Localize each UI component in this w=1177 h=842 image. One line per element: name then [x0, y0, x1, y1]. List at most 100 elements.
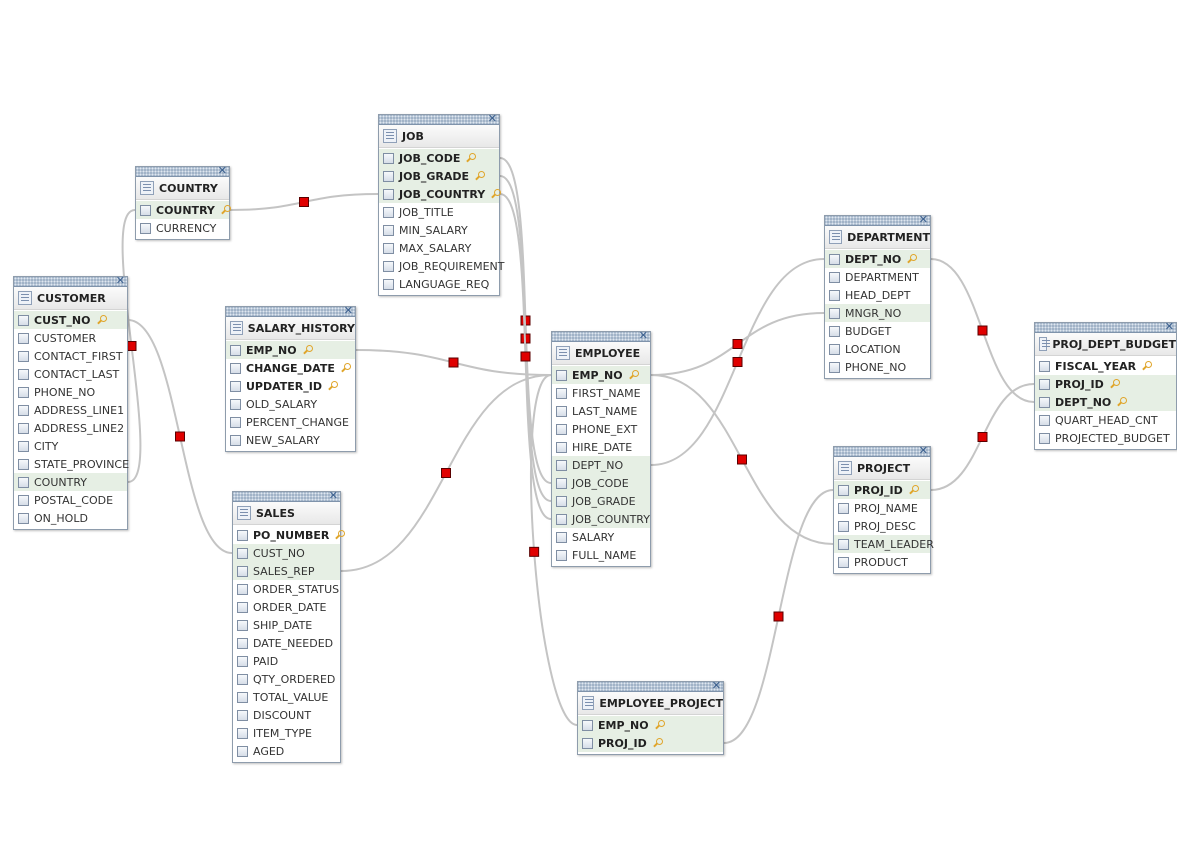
column-checkbox[interactable]	[829, 307, 840, 319]
column-row-emp-no[interactable]: EMP_NO	[226, 341, 355, 359]
column-row-proj-desc[interactable]: PROJ_DESC	[834, 517, 930, 535]
column-row-max-salary[interactable]: MAX_SALARY	[379, 239, 499, 257]
column-checkbox[interactable]	[829, 343, 840, 355]
column-checkbox[interactable]	[237, 691, 248, 703]
column-row-customer[interactable]: CUSTOMER	[14, 329, 127, 347]
column-row-contact-first[interactable]: CONTACT_FIRST	[14, 347, 127, 365]
column-checkbox[interactable]	[18, 440, 29, 452]
column-row-projected-budget[interactable]: PROJECTED_BUDGET	[1035, 429, 1176, 447]
column-checkbox[interactable]	[383, 260, 394, 272]
column-checkbox[interactable]	[237, 547, 248, 559]
column-row-old-salary[interactable]: OLD_SALARY	[226, 395, 355, 413]
table-header[interactable]: COUNTRY	[136, 177, 229, 200]
relationship-marker[interactable]	[298, 197, 309, 207]
column-row-qty-ordered[interactable]: QTY_ORDERED	[233, 670, 340, 688]
column-checkbox[interactable]	[1039, 396, 1050, 408]
column-checkbox[interactable]	[838, 520, 849, 532]
column-row-head-dept[interactable]: HEAD_DEPT	[825, 286, 930, 304]
column-checkbox[interactable]	[237, 673, 248, 685]
column-checkbox[interactable]	[829, 361, 840, 373]
table-employee-project[interactable]: ✕ EMPLOYEE_PROJECT EMP_NO PROJ_ID	[577, 679, 724, 755]
column-checkbox[interactable]	[1039, 378, 1050, 390]
close-icon[interactable]: ✕	[712, 679, 721, 692]
close-icon[interactable]: ✕	[488, 112, 497, 125]
column-row-salary[interactable]: SALARY	[552, 528, 650, 546]
column-checkbox[interactable]	[556, 387, 567, 399]
column-row-new-salary[interactable]: NEW_SALARY	[226, 431, 355, 449]
column-row-contact-last[interactable]: CONTACT_LAST	[14, 365, 127, 383]
column-checkbox[interactable]	[556, 369, 567, 381]
table-country[interactable]: ✕ COUNTRY COUNTRY CURRENCY	[135, 164, 232, 240]
column-checkbox[interactable]	[18, 512, 29, 524]
table-employee[interactable]: ✕ EMPLOYEE EMP_NO FIRST_NAME LAST_NAME PHONE_…	[551, 329, 651, 567]
column-checkbox[interactable]	[18, 404, 29, 416]
column-checkbox[interactable]	[383, 224, 394, 236]
column-row-state-province[interactable]: STATE_PROVINCE	[14, 455, 129, 473]
column-checkbox[interactable]	[383, 206, 394, 218]
column-row-phone-no[interactable]: PHONE_NO	[14, 383, 127, 401]
column-checkbox[interactable]	[18, 314, 29, 326]
column-row-city[interactable]: CITY	[14, 437, 127, 455]
column-checkbox[interactable]	[230, 398, 241, 410]
table-drag-handle[interactable]: ✕	[1035, 320, 1176, 333]
column-row-first-name[interactable]: FIRST_NAME	[552, 384, 650, 402]
table-header[interactable]: DEPARTMENT	[825, 226, 930, 249]
column-checkbox[interactable]	[237, 619, 248, 631]
column-checkbox[interactable]	[237, 565, 248, 577]
table-header[interactable]: JOB	[379, 125, 499, 148]
relationship-marker[interactable]	[977, 431, 988, 442]
column-checkbox[interactable]	[383, 242, 394, 254]
table-drag-handle[interactable]: ✕	[825, 213, 930, 226]
column-checkbox[interactable]	[237, 655, 248, 667]
column-checkbox[interactable]	[556, 405, 567, 417]
column-checkbox[interactable]	[838, 538, 849, 550]
column-row-date-needed[interactable]: DATE_NEEDED	[233, 634, 340, 652]
column-row-job-country[interactable]: JOB_COUNTRY	[379, 185, 501, 203]
table-department[interactable]: ✕ DEPARTMENT DEPT_NO DEPARTMENT HEAD_DEPT MNG…	[824, 213, 931, 379]
column-row-team-leader[interactable]: TEAM_LEADER	[834, 535, 934, 553]
column-checkbox[interactable]	[829, 325, 840, 337]
relationship-marker[interactable]	[520, 351, 531, 362]
column-row-on-hold[interactable]: ON_HOLD	[14, 509, 127, 527]
column-checkbox[interactable]	[18, 368, 29, 380]
column-row-emp-no[interactable]: EMP_NO	[552, 366, 650, 384]
column-row-updater-id[interactable]: UPDATER_ID	[226, 377, 355, 395]
column-checkbox[interactable]	[18, 494, 29, 506]
column-row-job-code[interactable]: JOB_CODE	[379, 149, 499, 167]
column-row-address-line1[interactable]: ADDRESS_LINE1	[14, 401, 127, 419]
relationship-marker[interactable]	[732, 339, 743, 349]
table-salary-history[interactable]: ✕ SALARY_HISTORY EMP_NO CHANGE_DATE UPDATER_…	[225, 304, 356, 452]
column-checkbox[interactable]	[838, 502, 849, 514]
column-checkbox[interactable]	[1039, 414, 1050, 426]
column-checkbox[interactable]	[230, 362, 241, 374]
table-proj-dept-budget[interactable]: ✕ PROJ_DEPT_BUDGET FISCAL_YEAR PROJ_ID DEPT_…	[1034, 320, 1177, 450]
column-row-full-name[interactable]: FULL_NAME	[552, 546, 650, 564]
table-customer[interactable]: ✕ CUSTOMER CUST_NO CUSTOMER CONTACT_FIRST CON…	[13, 274, 129, 530]
column-checkbox[interactable]	[383, 152, 394, 164]
column-row-proj-id[interactable]: PROJ_ID	[834, 481, 930, 499]
column-row-country[interactable]: COUNTRY	[14, 473, 127, 491]
table-drag-handle[interactable]: ✕	[552, 329, 650, 342]
relationship-marker[interactable]	[126, 340, 137, 351]
table-header[interactable]: PROJECT	[834, 457, 930, 480]
column-checkbox[interactable]	[237, 601, 248, 613]
table-drag-handle[interactable]: ✕	[834, 444, 930, 457]
column-checkbox[interactable]	[230, 380, 241, 392]
close-icon[interactable]: ✕	[919, 444, 928, 457]
column-row-proj-id[interactable]: PROJ_ID	[1035, 375, 1176, 393]
column-checkbox[interactable]	[829, 253, 840, 265]
column-row-phone-no[interactable]: PHONE_NO	[825, 358, 930, 376]
close-icon[interactable]: ✕	[1165, 320, 1174, 333]
table-project[interactable]: ✕ PROJECT PROJ_ID PROJ_NAME PROJ_DESC TEAM_LE…	[833, 444, 934, 574]
relationship-marker[interactable]	[732, 357, 743, 367]
relationship-marker[interactable]	[529, 546, 540, 557]
column-row-location[interactable]: LOCATION	[825, 340, 930, 358]
column-checkbox[interactable]	[829, 289, 840, 301]
column-checkbox[interactable]	[230, 416, 241, 428]
relationship-marker[interactable]	[737, 454, 747, 465]
close-icon[interactable]: ✕	[344, 304, 353, 317]
column-row-order-status[interactable]: ORDER_STATUS	[233, 580, 340, 598]
column-checkbox[interactable]	[1039, 432, 1050, 444]
column-checkbox[interactable]	[18, 476, 29, 488]
column-row-proj-name[interactable]: PROJ_NAME	[834, 499, 930, 517]
